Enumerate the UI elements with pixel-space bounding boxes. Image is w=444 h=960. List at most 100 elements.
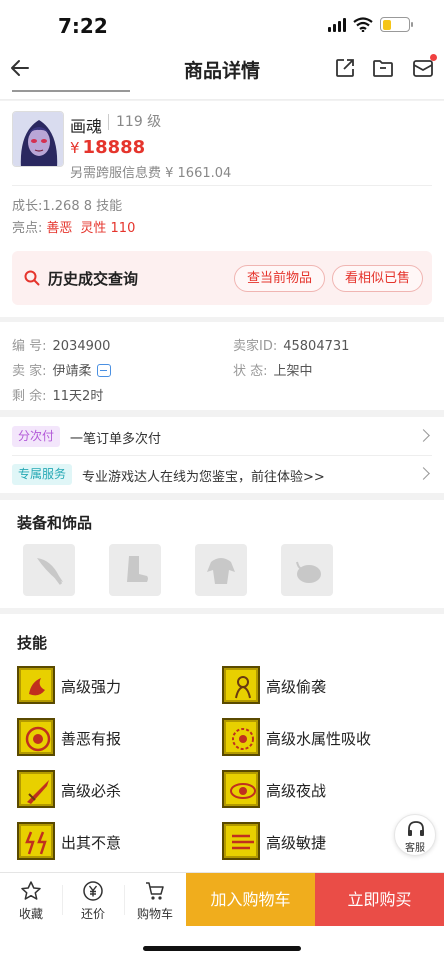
scrolled-content-strip — [0, 88, 444, 100]
skill-name: 高级水属性吸收 — [266, 730, 372, 748]
customer-service-label: 客服 — [405, 843, 425, 854]
strength-skill-icon — [17, 666, 55, 704]
seller: 卖 家: 伊靖柔 — [12, 360, 111, 379]
remaining-time: 剩 余: 11天2时 — [12, 385, 103, 404]
price: ¥18888 — [70, 137, 145, 158]
exclusive-service-text: 专业游戏达人在线为您鉴宝，前往体验>> — [82, 470, 325, 485]
serial-number-value: 2034900 — [52, 339, 111, 354]
bargain-label: 还价 — [80, 907, 105, 921]
collect-button[interactable]: 收藏 — [0, 873, 62, 927]
collect-label: 收藏 — [18, 907, 43, 921]
skills-section: 技能 高级强力 高级偷袭 善恶有报 高级水属性吸收 高级必杀 高级夜战 出其不意… — [0, 614, 444, 874]
search-icon — [24, 270, 40, 286]
serial-number-label: 编 号: — [12, 339, 47, 354]
highlights: 亮点: 善恶 灵性 110 — [12, 217, 135, 236]
weapon-slot[interactable] — [23, 544, 75, 596]
critical-strike-skill-icon — [17, 770, 55, 808]
highlight-tag: 灵性 110 — [80, 221, 136, 236]
highlight-label: 亮点: — [12, 221, 43, 236]
folder-icon[interactable] — [372, 57, 394, 79]
buy-now-button[interactable]: 立即购买 — [315, 873, 444, 927]
shop-icon[interactable] — [96, 364, 111, 377]
headset-icon — [408, 821, 424, 836]
services-card: 分次付 一笔订单多次付 专属服务 专业游戏达人在线为您鉴宝，前往体验>> — [0, 417, 444, 493]
seller-name: 伊靖柔 — [52, 364, 92, 379]
remaining-label: 剩 余: — [12, 389, 47, 404]
view-similar-sold-button[interactable]: 看相似已售 — [332, 265, 424, 292]
status-bar: 7:22 — [0, 0, 444, 50]
skill-name: 高级敏捷 — [266, 834, 327, 852]
cart-label: 购物车 — [136, 907, 173, 921]
skill-name: 高级夜战 — [266, 782, 327, 800]
water-absorb-skill-icon — [222, 718, 260, 756]
character-level: 119 级 — [108, 114, 161, 130]
status-time: 7:22 — [58, 14, 108, 38]
armor-slot[interactable] — [195, 544, 247, 596]
night-combat-skill-icon — [222, 770, 260, 808]
price-symbol: ¥ — [70, 139, 80, 157]
installment-tag: 分次付 — [12, 426, 61, 447]
home-indicator-area — [0, 926, 444, 960]
installment-text: 一笔订单多次付 — [70, 432, 162, 447]
boot-slot-icon — [127, 556, 148, 582]
seller-label: 卖 家: — [12, 364, 47, 379]
product-card: 画魂 119 级 ¥18888 另需跨服信息费 ¥ 1661.04 成长:1.2… — [0, 101, 444, 317]
character-avatar[interactable] — [12, 111, 64, 167]
skill-name: 高级强力 — [61, 678, 122, 696]
nav-bar: 商品详情 — [0, 50, 444, 88]
signal-icon — [328, 17, 346, 32]
history-trade-panel: 历史成交查询 查当前物品 看相似已售 — [12, 251, 432, 305]
skill-name: 善恶有报 — [61, 730, 122, 748]
yen-coin-icon — [83, 881, 103, 901]
accessory-slot[interactable] — [281, 544, 333, 596]
home-indicator[interactable] — [143, 946, 301, 951]
boot-slot[interactable] — [109, 544, 161, 596]
customer-service-button[interactable]: 客服 — [394, 814, 436, 856]
skill-name: 高级必杀 — [61, 782, 122, 800]
status-value: 上架中 — [273, 364, 313, 379]
bottom-action-bar: 收藏 还价 购物车 加入购物车 立即购买 — [0, 872, 444, 927]
history-title: 历史成交查询 — [48, 270, 139, 288]
wifi-icon — [353, 17, 373, 32]
cross-server-fee: 另需跨服信息费 ¥ 1661.04 — [70, 166, 232, 181]
karma-skill-icon — [17, 718, 55, 756]
surprise-attack-skill-icon — [17, 822, 55, 860]
divider — [12, 185, 432, 186]
exclusive-service-row[interactable]: 专属服务 专业游戏达人在线为您鉴宝，前往体验>> — [0, 455, 444, 493]
listing-info-card: 编 号: 2034900 卖家ID: 45804731 卖 家: 伊靖柔 状 态: 上架… — [0, 322, 444, 410]
bargain-button[interactable]: 还价 — [62, 873, 124, 927]
seller-id: 卖家ID: 45804731 — [233, 335, 349, 354]
sneak-attack-skill-icon — [222, 666, 260, 704]
chevron-right-icon — [417, 467, 430, 480]
battery-icon — [380, 17, 413, 32]
skill-name: 出其不意 — [61, 834, 122, 852]
add-to-cart-button[interactable]: 加入购物车 — [186, 873, 315, 927]
weapon-slot-icon — [37, 558, 63, 585]
equipment-title: 装备和饰品 — [17, 514, 93, 532]
chevron-right-icon — [417, 429, 430, 442]
cart-button[interactable]: 购物车 — [124, 873, 186, 927]
message-button[interactable] — [412, 54, 437, 79]
armor-slot-icon — [207, 558, 235, 584]
skills-title: 技能 — [17, 634, 48, 652]
check-current-items-button[interactable]: 查当前物品 — [234, 265, 326, 292]
star-icon — [21, 881, 41, 900]
exclusive-service-tag: 专属服务 — [12, 464, 73, 485]
agility-skill-icon — [222, 822, 260, 860]
installment-row[interactable]: 分次付 一笔订单多次付 — [0, 417, 444, 455]
cart-icon — [146, 882, 164, 900]
growth-info: 成长:1.268 8 技能 — [12, 199, 123, 214]
seller-id-value: 45804731 — [283, 339, 350, 354]
share-icon[interactable] — [334, 57, 356, 79]
status-label: 状 态: — [233, 364, 268, 379]
equipment-section: 装备和饰品 — [0, 500, 444, 608]
remaining-value: 11天2时 — [52, 389, 104, 404]
accessory-slot-icon — [296, 561, 321, 583]
character-name: 画魂 — [70, 117, 103, 136]
status-icons — [328, 17, 413, 32]
message-badge — [430, 54, 437, 61]
highlight-tag: 善恶 — [46, 221, 73, 236]
price-value: 18888 — [82, 137, 146, 158]
serial-number: 编 号: 2034900 — [12, 335, 110, 354]
skill-name: 高级偷袭 — [266, 678, 327, 696]
